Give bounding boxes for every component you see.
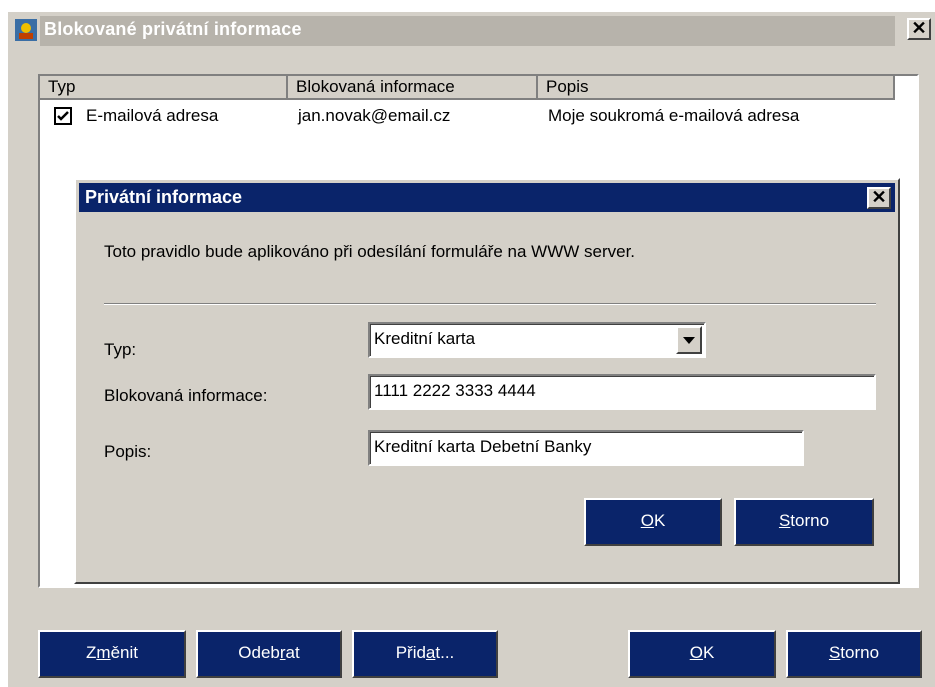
ok-post: K [702,643,715,662]
dialog-cancel-post: torno [790,511,830,530]
cancel-accel: S [828,643,841,662]
window-title: Blokované privátní informace [44,19,302,39]
typ-select[interactable]: Kreditní karta [368,322,706,358]
info-input[interactable]: 1111 2222 3333 4444 [368,374,876,410]
typ-label: Typ: [104,340,137,359]
column-header-popis[interactable]: Popis [538,76,895,100]
remove-post: at [285,643,300,662]
row-typ: E-mailová adresa [86,106,219,125]
popis-label: Popis: [104,442,152,461]
remove-button[interactable]: Odebrat [196,630,342,678]
main-window: Blokované privátní informace ✕ Typ Bloko… [6,10,935,687]
dialog-titlebar[interactable]: Privátní informace ✕ [79,183,895,212]
dialog-ok-accel: O [640,511,654,530]
remove-pre: Odeb [238,643,280,662]
add-button[interactable]: Přidat... [352,630,498,678]
typ-select-value: Kreditní karta [374,329,476,348]
dialog-cancel-button[interactable]: Storno [734,498,874,546]
dialog-message: Toto pravidlo bude aplikováno při odesíl… [104,242,636,261]
add-accel: a [425,643,436,662]
row-info: jan.novak@email.cz [298,106,451,125]
list-item[interactable]: E-mailová adresa jan.novak@email.cz Moje… [40,104,895,128]
chevron-down-icon [683,337,695,344]
change-button[interactable]: Změnit [38,630,186,678]
add-post: t... [435,643,455,662]
dialog-close-button[interactable]: ✕ [867,187,891,209]
private-info-dialog: Privátní informace ✕ Toto pravidlo bude … [74,178,900,584]
separator [104,303,876,305]
column-header-typ[interactable]: Typ [40,76,288,100]
dialog-cancel-accel: S [778,511,791,530]
ok-button[interactable]: OK [628,630,776,678]
checkmark-icon [57,111,69,121]
cancel-button[interactable]: Storno [786,630,922,678]
window-close-button[interactable]: ✕ [907,18,931,40]
dialog-ok-post: K [653,511,666,530]
close-icon: ✕ [871,187,887,207]
change-accel: m [96,643,111,662]
change-pre: Z [86,643,97,662]
add-pre: Přid [395,643,426,662]
row-popis: Moje soukromá e-mailová adresa [548,106,800,125]
list-header: Typ Blokovaná informace Popis [40,76,895,100]
dialog-ok-button[interactable]: OK [584,498,722,546]
dialog-title: Privátní informace [85,187,243,207]
change-post: ěnit [110,643,138,662]
row-checkbox[interactable] [54,107,72,125]
app-icon [15,19,37,41]
dropdown-button[interactable] [676,326,702,354]
column-header-info[interactable]: Blokovaná informace [288,76,538,100]
popis-input[interactable]: Kreditní karta Debetní Banky [368,430,804,466]
cancel-post: torno [840,643,880,662]
window-titlebar[interactable]: Blokované privátní informace ✕ [8,12,935,50]
close-icon: ✕ [911,18,927,38]
info-label: Blokovaná informace: [104,386,268,405]
ok-accel: O [689,643,703,662]
